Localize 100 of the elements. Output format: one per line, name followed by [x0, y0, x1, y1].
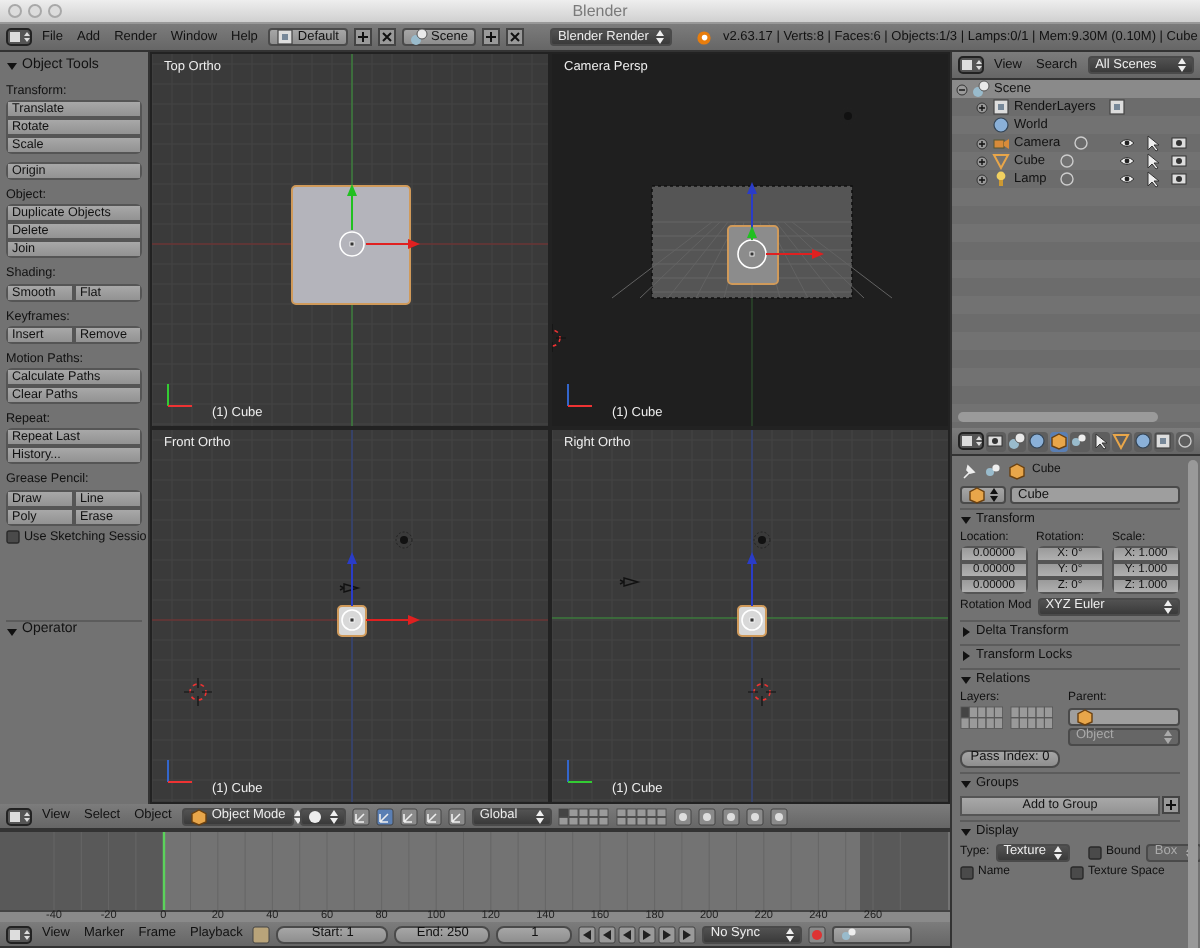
- updown-arrows-icon[interactable]: [535, 809, 544, 823]
- expand-toggle-icon[interactable]: [976, 173, 988, 185]
- cursor-drawing: [552, 323, 567, 353]
- axis-widget-drawing: [567, 759, 593, 783]
- shading-dropdown[interactable]: [299, 807, 346, 825]
- render-icon[interactable]: [1170, 134, 1188, 152]
- cube-icon: [1008, 462, 1026, 480]
- axis-widget-drawing: [567, 383, 593, 407]
- checkbox[interactable]: [960, 865, 974, 880]
- expand-toggle-icon[interactable]: [976, 101, 988, 113]
- translate-icon[interactable]: [399, 807, 418, 825]
- parent-field[interactable]: [1068, 707, 1180, 726]
- properties-tab[interactable]: [1007, 431, 1026, 451]
- jump-to-end-button[interactable]: [678, 925, 697, 943]
- play-reverse-button[interactable]: [618, 925, 637, 943]
- layout-icon: [275, 28, 294, 46]
- updown-arrows-icon[interactable]: [1054, 845, 1063, 860]
- play-button[interactable]: [638, 925, 657, 943]
- disclosure-triangle-icon[interactable]: [6, 60, 18, 72]
- sphere-icon: [307, 809, 322, 823]
- next-keyframe-button[interactable]: [658, 925, 677, 943]
- properties-tab[interactable]: [1091, 431, 1110, 451]
- blender-logo-icon: [694, 28, 713, 46]
- window-title: Blender: [570, 1, 630, 21]
- render-icon[interactable]: [697, 807, 716, 825]
- transform-manipulator-drawing[interactable]: [339, 184, 420, 257]
- render-icon[interactable]: [1170, 152, 1188, 170]
- layer-buttons[interactable]: [557, 807, 610, 825]
- editor-type-icon[interactable]: [958, 432, 984, 450]
- manipulator-icon[interactable]: [375, 807, 394, 825]
- updown-arrows-icon[interactable]: [786, 927, 795, 941]
- transform-manipulator-drawing[interactable]: [737, 182, 824, 269]
- jump-to-start-button[interactable]: [578, 925, 597, 943]
- disclosure-triangle-icon[interactable]: [960, 514, 972, 526]
- editor-type-icon[interactable]: [6, 925, 32, 943]
- snap-icon[interactable]: [721, 807, 740, 825]
- add-icon[interactable]: [353, 28, 371, 46]
- transform-manipulator-drawing[interactable]: [341, 552, 420, 631]
- editor-type-icon[interactable]: [6, 807, 32, 825]
- disclosure-triangle-icon[interactable]: [960, 825, 972, 838]
- add-icon[interactable]: [481, 28, 500, 46]
- eye-icon[interactable]: [1118, 170, 1136, 188]
- updown-arrows-icon[interactable]: [1164, 599, 1172, 614]
- updown-arrows-icon[interactable]: [1178, 58, 1186, 72]
- expand-toggle-icon[interactable]: [976, 137, 988, 149]
- updown-arrows-icon[interactable]: [990, 488, 998, 502]
- pivot-icon[interactable]: [351, 807, 370, 825]
- world-icon: [992, 116, 1010, 134]
- magnet-icon[interactable]: [745, 807, 764, 825]
- object-browse-dropdown[interactable]: [960, 486, 1006, 504]
- checkbox[interactable]: [6, 529, 20, 544]
- previous-keyframe-button[interactable]: [598, 925, 617, 943]
- axis-widget-drawing: [167, 759, 193, 783]
- updown-arrows-icon[interactable]: [293, 809, 302, 823]
- add-icon[interactable]: [1162, 795, 1180, 814]
- scale-icon[interactable]: [447, 807, 466, 825]
- disclosure-triangle-icon[interactable]: [960, 649, 972, 662]
- updown-arrows-icon[interactable]: [329, 809, 338, 823]
- close-icon[interactable]: [505, 28, 524, 46]
- lock-icon[interactable]: [673, 807, 692, 825]
- disclosure-triangle-icon[interactable]: [6, 625, 18, 637]
- camera-drawing: [619, 577, 641, 587]
- layer-buttons[interactable]: [1010, 705, 1054, 730]
- properties-tab[interactable]: [1028, 431, 1047, 451]
- cube-drawing: [727, 225, 779, 285]
- expand-toggle-icon[interactable]: [976, 155, 988, 167]
- layer-buttons[interactable]: [615, 807, 668, 825]
- keying-set-field[interactable]: [832, 925, 913, 943]
- rotate-icon[interactable]: [423, 807, 442, 825]
- cube-icon: [968, 486, 986, 504]
- close-icon[interactable]: [377, 28, 395, 46]
- properties-tab[interactable]: [1133, 431, 1152, 451]
- lamp-drawing: [395, 531, 413, 549]
- layer-buttons[interactable]: [960, 705, 1004, 730]
- scene-icon: [972, 80, 990, 98]
- cursor-drawing: [747, 677, 777, 707]
- checkbox[interactable]: [1088, 845, 1103, 860]
- disclosure-triangle-icon[interactable]: [960, 777, 972, 790]
- pin-icon[interactable]: [960, 462, 978, 480]
- eye-icon[interactable]: [1118, 134, 1136, 152]
- expand-toggle-icon[interactable]: [956, 83, 968, 95]
- properties-tab[interactable]: [986, 431, 1005, 451]
- render-icon[interactable]: [1170, 170, 1188, 188]
- cursor-drawing: [183, 677, 213, 707]
- properties-tab[interactable]: [1154, 431, 1173, 451]
- disclosure-triangle-icon[interactable]: [960, 625, 972, 638]
- disclosure-triangle-icon[interactable]: [960, 673, 972, 686]
- editor-type-icon[interactable]: [958, 56, 984, 74]
- editor-type-icon[interactable]: [6, 28, 32, 46]
- properties-tab[interactable]: [1049, 431, 1068, 451]
- checkbox[interactable]: [1070, 865, 1084, 880]
- mesh-icon: [992, 152, 1010, 170]
- properties-tab[interactable]: [1070, 431, 1089, 451]
- updown-arrows-icon[interactable]: [656, 30, 665, 44]
- transform-manipulator-drawing[interactable]: [741, 552, 763, 631]
- camera-drawing: [339, 583, 361, 593]
- keying-icon[interactable]: [252, 925, 271, 943]
- eye-icon[interactable]: [1118, 152, 1136, 170]
- opengl-render-icon[interactable]: [769, 807, 788, 825]
- vertical-scrollbar[interactable]: [1188, 460, 1198, 948]
